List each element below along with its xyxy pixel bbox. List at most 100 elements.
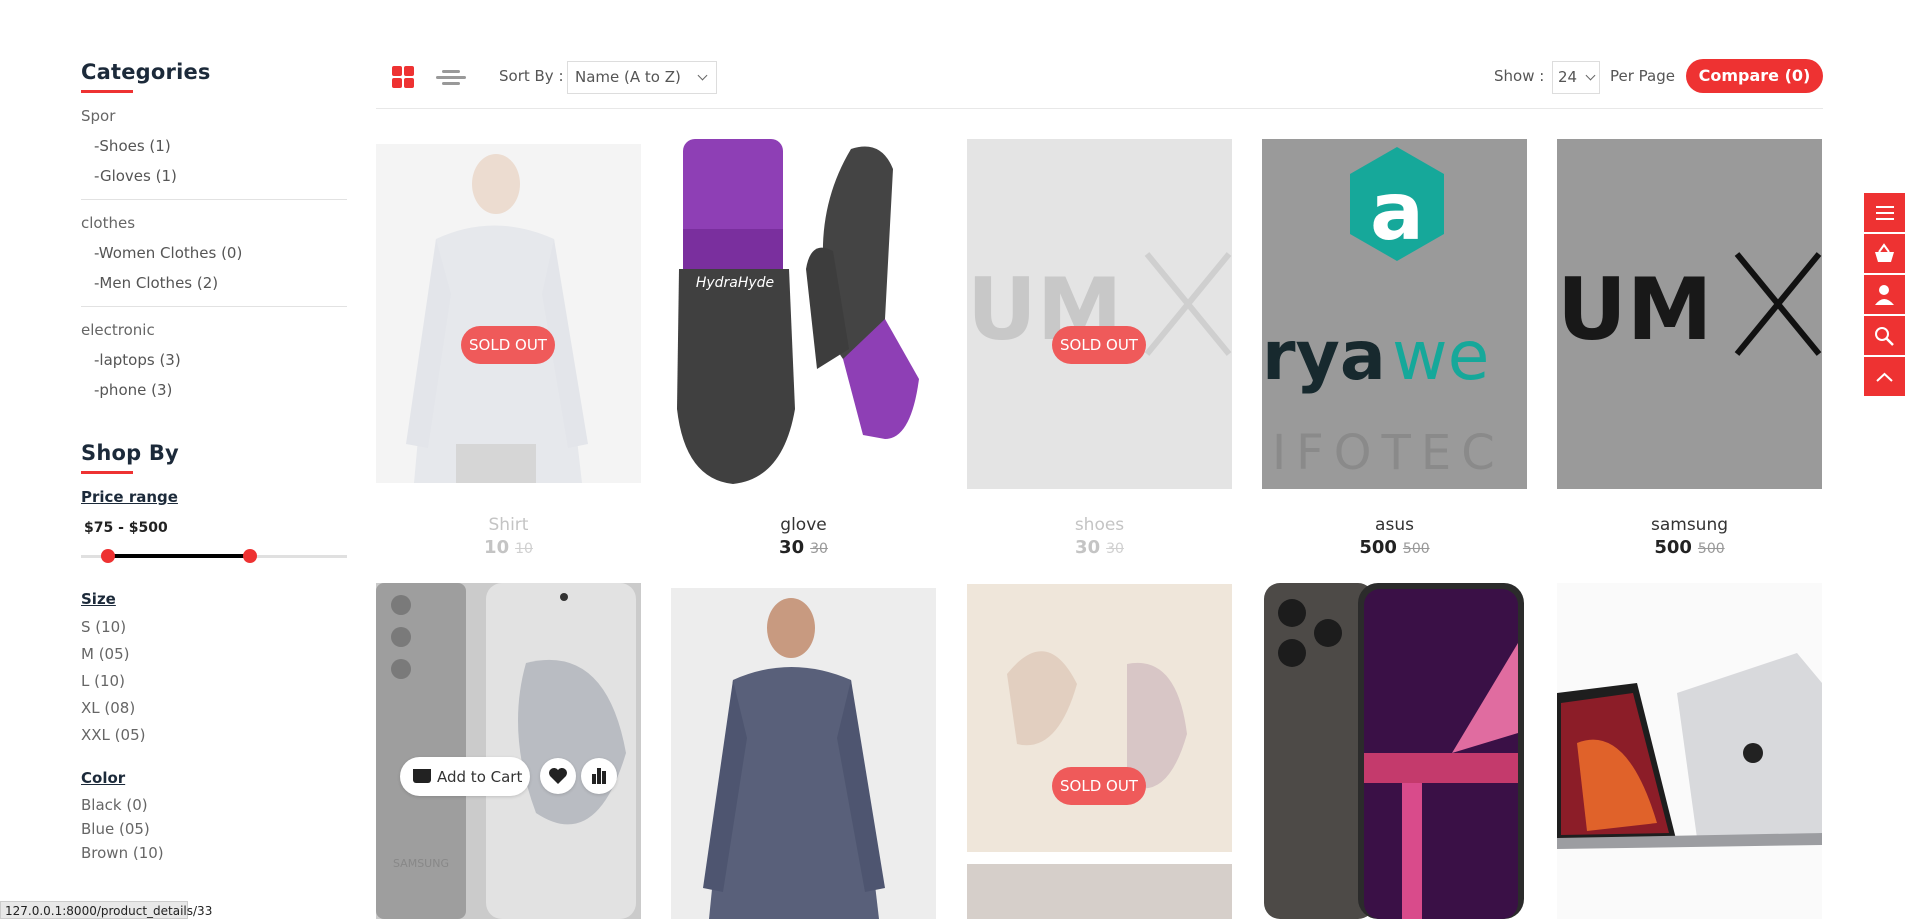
cart-button[interactable] (1864, 234, 1905, 275)
cart-icon (413, 769, 431, 783)
product-card[interactable] (1262, 583, 1527, 919)
category-clothes[interactable]: clothes (81, 214, 347, 232)
sold-out-badge: SOLD OUT (461, 326, 555, 364)
color-option-brown[interactable]: Brown (10) (81, 841, 347, 865)
slider-max-handle[interactable] (243, 549, 257, 563)
sold-out-badge: SOLD OUT (1052, 767, 1146, 805)
size-option-xxl[interactable]: XXL (05) (81, 722, 347, 749)
per-page-value: 24 (1558, 68, 1578, 86)
price-range-value: $75 - $500 (84, 520, 168, 536)
product-card-hovered[interactable]: SAMSUNG Add to Cart (376, 583, 641, 919)
status-url: 127.0.0.1:8000/product_details/33 (0, 901, 212, 919)
price-current: 10 (484, 537, 510, 558)
product-image-game[interactable] (967, 584, 1232, 919)
sort-select[interactable]: Name (A to Z) (567, 61, 717, 94)
size-option-m[interactable]: M (05) (81, 641, 347, 668)
product-card[interactable] (1557, 583, 1822, 919)
size-heading[interactable]: Size (81, 590, 347, 608)
category-group-clothes: clothes -Women Clothes (0) -Men Clothes … (81, 214, 347, 307)
glove-photo: HydraHyde (677, 139, 919, 484)
color-heading[interactable]: Color (81, 769, 347, 787)
product-image-iphone[interactable] (1262, 583, 1527, 919)
shop-by-title: Shop By (81, 441, 179, 465)
product-name[interactable]: shoes (967, 515, 1232, 535)
categories-title: Categories (81, 60, 211, 84)
chevron-down-icon (1585, 70, 1596, 81)
show-label: Show : (1494, 67, 1545, 85)
slider-min-handle[interactable] (101, 549, 115, 563)
product-image-macbook[interactable] (1557, 583, 1822, 919)
category-group-electronic: electronic -laptops (3) -phone (3) (81, 321, 347, 413)
category-women-clothes[interactable]: -Women Clothes (0) (81, 238, 347, 268)
account-button[interactable] (1864, 275, 1905, 316)
color-option-blue[interactable]: Blue (05) (81, 817, 347, 841)
sold-out-badge: SOLD OUT (1052, 326, 1146, 364)
category-spor[interactable]: Spor (81, 107, 347, 125)
list-view-icon[interactable] (436, 67, 466, 89)
product-price: 500 500 (1262, 537, 1527, 558)
product-image-glove[interactable]: HydraHyde (671, 139, 936, 489)
compare-item-button[interactable] (581, 758, 617, 794)
product-image-shirt[interactable] (376, 144, 641, 483)
toolbar: Sort By : Name (A to Z) Show : 24 Per Pa… (376, 56, 1823, 109)
um-logo: UM (1557, 252, 1822, 360)
size-option-l[interactable]: L (10) (81, 668, 347, 695)
game-art (967, 584, 1232, 919)
product-price: 30 30 (671, 537, 936, 558)
title-underline (81, 471, 133, 474)
um-logo: UM (967, 252, 1232, 360)
product-price: 10 10 (376, 537, 641, 558)
grid-view-icon[interactable] (392, 66, 414, 88)
size-option-xl[interactable]: XL (08) (81, 695, 347, 722)
laptop-photo (1557, 653, 1822, 849)
svg-text:a: a (1370, 165, 1424, 258)
heart-icon (549, 768, 567, 784)
menu-button[interactable] (1864, 193, 1905, 234)
product-name[interactable]: samsung (1557, 515, 1822, 535)
category-laptops[interactable]: -laptops (3) (81, 345, 347, 375)
product-image-men-shirt[interactable] (671, 588, 936, 919)
product-image-phone[interactable]: SAMSUNG (376, 583, 641, 919)
product-image-samsung[interactable]: UM (1557, 139, 1822, 489)
category-shoes[interactable]: -Shoes (1) (81, 131, 347, 161)
floating-actions (1864, 193, 1905, 398)
price-current: 500 (1654, 537, 1692, 558)
search-icon (1875, 327, 1894, 346)
price-old: 30 (1106, 541, 1124, 557)
category-group-spor: Spor -Shoes (1) -Gloves (1) (81, 107, 347, 200)
size-option-s[interactable]: S (10) (81, 614, 347, 641)
scroll-top-button[interactable] (1864, 357, 1905, 398)
price-old: 30 (810, 541, 828, 557)
per-page-select[interactable]: 24 (1552, 61, 1600, 94)
product-name[interactable]: Shirt (376, 515, 641, 535)
category-men-clothes[interactable]: -Men Clothes (2) (81, 268, 347, 298)
category-gloves[interactable]: -Gloves (1) (81, 161, 347, 191)
compare-button[interactable]: Compare (0) (1686, 59, 1823, 93)
price-slider[interactable] (81, 549, 347, 563)
product-card[interactable] (671, 588, 936, 919)
color-option-black[interactable]: Black (0) (81, 793, 347, 817)
product-name[interactable]: glove (671, 515, 936, 535)
product-image-shoes[interactable]: UM (967, 139, 1232, 489)
product-name[interactable]: asus (1262, 515, 1527, 535)
product-image-asus[interactable]: a rya we IFOTEC (1262, 139, 1527, 489)
price-range-heading[interactable]: Price range (81, 488, 347, 506)
search-button[interactable] (1864, 316, 1905, 357)
user-icon (1875, 285, 1894, 305)
svg-text:UM: UM (1557, 260, 1712, 360)
product-price: 500 500 (1557, 537, 1822, 558)
sort-value: Name (A to Z) (575, 68, 681, 86)
add-to-cart-button[interactable]: Add to Cart (400, 757, 530, 796)
shirt-photo (703, 598, 885, 919)
basket-icon (1875, 243, 1894, 262)
wishlist-button[interactable] (540, 758, 576, 794)
price-old: 10 (515, 541, 533, 557)
slider-range (108, 554, 250, 558)
price-old: 500 (1402, 541, 1430, 557)
price-current: 500 (1359, 537, 1397, 558)
svg-text:we: we (1392, 317, 1489, 396)
product-card[interactable]: SOLD OUT (967, 584, 1232, 919)
category-phone[interactable]: -phone (3) (81, 375, 347, 405)
chevron-up-icon (1876, 372, 1893, 382)
category-electronic[interactable]: electronic (81, 321, 347, 339)
